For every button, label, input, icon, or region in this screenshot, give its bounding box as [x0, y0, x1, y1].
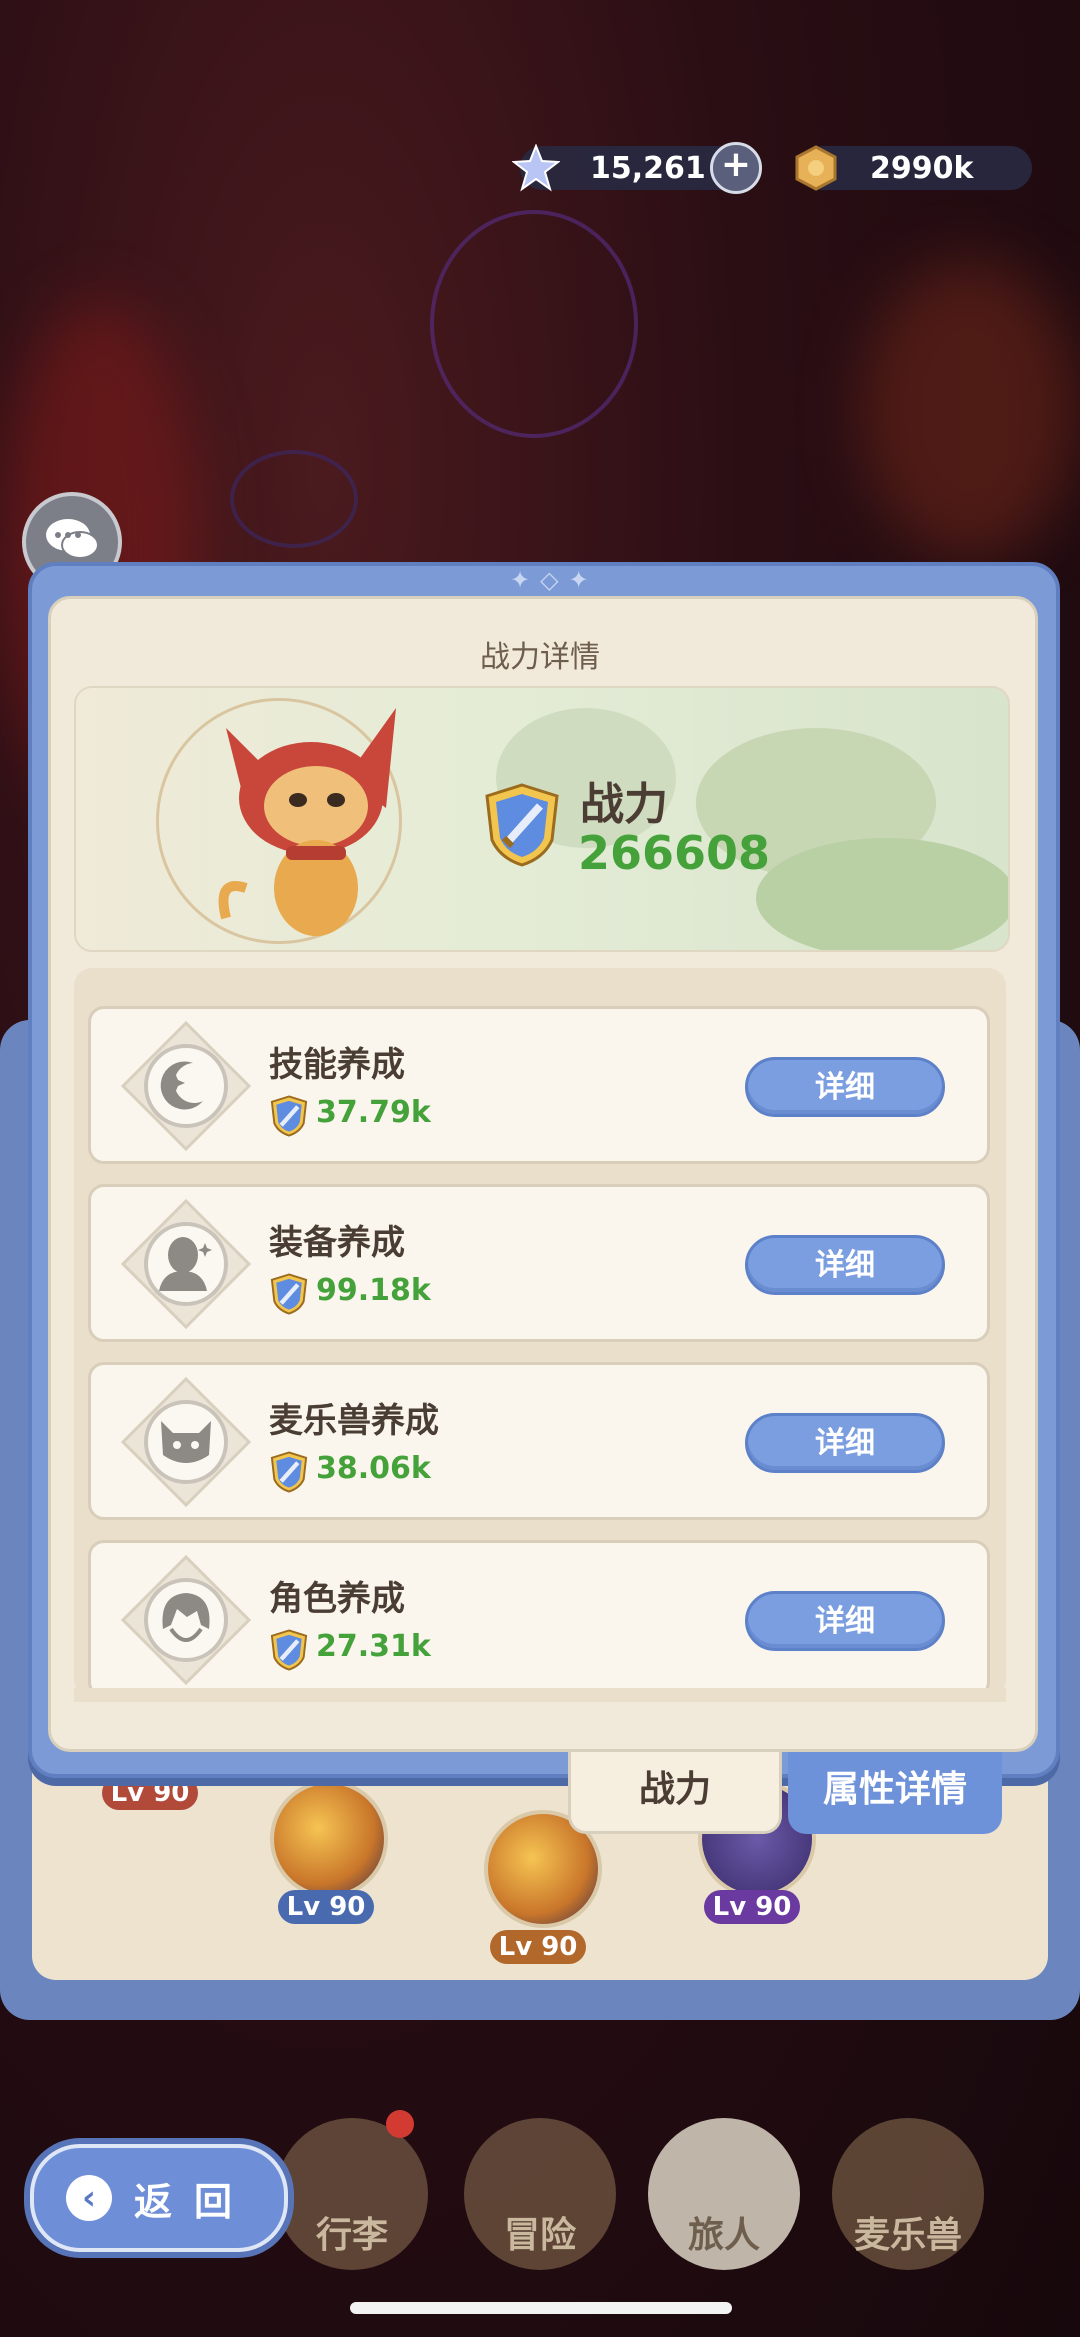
character-detail-button[interactable]: 详细 [745, 1591, 945, 1651]
shield-icon [269, 1451, 309, 1497]
level-badge: Lv 90 [102, 1776, 198, 1810]
nav-label: 行李 [315, 2215, 388, 2256]
character-silhouette [430, 210, 638, 438]
star-crystal-icon [512, 144, 560, 192]
cat-character-portrait [206, 688, 416, 950]
equipment-detail-button[interactable]: 详细 [745, 1235, 945, 1295]
row-value: 27.31k [316, 1629, 431, 1664]
background-rock-glow [860, 260, 1080, 560]
nav-label: 旅人 [687, 2215, 760, 2256]
gold-coin-icon [792, 144, 840, 192]
modal-top-ornament: ✦◇✦ [510, 566, 599, 594]
shield-icon [269, 1095, 309, 1141]
character-hair-icon [120, 1554, 252, 1686]
row-title: 麦乐兽养成 [269, 1401, 439, 1441]
gold-count: 2990k [870, 150, 974, 186]
creature-silhouette [230, 450, 358, 548]
shield-icon [269, 1629, 309, 1675]
row-value: 99.18k [316, 1273, 431, 1308]
list-clip-edge [74, 1688, 1006, 1702]
notification-dot [386, 2110, 414, 2138]
tab-attribute-details[interactable]: 属性详情 [788, 1752, 1002, 1834]
back-label: 返回 [134, 2179, 255, 2224]
power-value: 266608 [578, 826, 771, 880]
tab-power[interactable]: 战力 [568, 1752, 782, 1834]
row-title: 角色养成 [269, 1579, 405, 1619]
gold-currency-bar: 2990k [795, 145, 1032, 191]
row-value: 37.79k [316, 1095, 431, 1130]
add-stars-button[interactable]: + [710, 142, 762, 194]
level-badge: Lv 90 [490, 1930, 586, 1964]
back-arrow-icon: ‹ [66, 2175, 112, 2221]
shield-icon [269, 1273, 309, 1319]
star-currency-bar: 15,261 + [512, 142, 762, 194]
row-title: 装备养成 [269, 1223, 405, 1263]
chat-bubble-icon [44, 517, 100, 567]
list-item-skill: 技能养成 37.79k 详细 [88, 1006, 990, 1164]
row-title: 技能养成 [269, 1045, 405, 1085]
pet-cat-icon [120, 1376, 252, 1508]
back-button[interactable]: ‹ 返回 [30, 2144, 288, 2252]
home-indicator[interactable] [350, 2302, 732, 2314]
skill-orb[interactable] [270, 1780, 388, 1898]
equipment-figure-icon [120, 1198, 252, 1330]
star-count: 15,261 [590, 150, 706, 186]
row-value: 38.06k [316, 1451, 431, 1486]
pet-detail-button[interactable]: 详细 [745, 1413, 945, 1473]
level-badge: Lv 90 [704, 1890, 800, 1924]
list-item-character: 角色养成 27.31k 详细 [88, 1540, 990, 1698]
power-shield-icon [482, 782, 562, 872]
nav-label: 冒险 [503, 2215, 576, 2256]
skill-detail-button[interactable]: 详细 [745, 1057, 945, 1117]
list-item-pet: 麦乐兽养成 38.06k 详细 [88, 1362, 990, 1520]
scene-hill [756, 838, 1008, 950]
level-badge: Lv 90 [278, 1890, 374, 1924]
modal-title: 战力详情 [480, 640, 600, 675]
nav-label: 麦乐兽 [853, 2215, 962, 2256]
list-item-equipment: 装备养成 99.18k 详细 [88, 1184, 990, 1342]
power-label: 战力 [580, 779, 668, 830]
skill-moon-icon [120, 1020, 252, 1152]
